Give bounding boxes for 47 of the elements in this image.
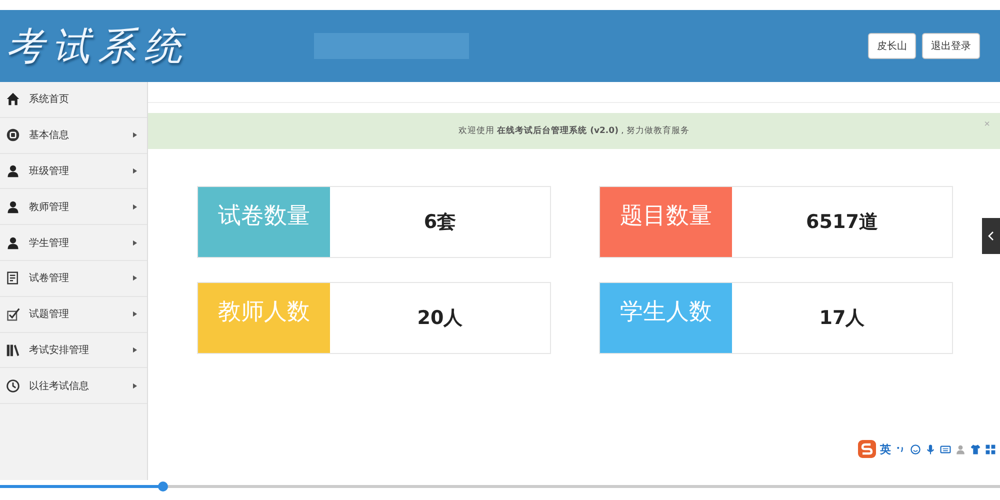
checklist-icon bbox=[6, 307, 20, 322]
sidebar-item[interactable]: 试题管理 bbox=[0, 296, 147, 333]
books-icon bbox=[6, 342, 20, 357]
header-button[interactable]: 皮长山 bbox=[868, 33, 916, 59]
badge-icon bbox=[6, 128, 20, 142]
sidebar-item[interactable]: 基本信息 bbox=[0, 118, 147, 154]
clock-icon bbox=[6, 378, 20, 393]
stat-value: 20人 bbox=[416, 306, 464, 331]
home-icon bbox=[6, 92, 20, 106]
stat-label: 试卷数量 bbox=[198, 187, 330, 257]
sidebar-item[interactable]: 教师管理 bbox=[0, 189, 147, 226]
stat-value: 6517道 bbox=[805, 210, 879, 235]
stat-value: 17人 bbox=[818, 306, 866, 331]
caret-icon bbox=[133, 240, 137, 246]
sidebar-item[interactable]: 班级管理 bbox=[0, 154, 147, 190]
sidebar-item[interactable]: 以往考试信息 bbox=[0, 368, 147, 404]
welcome-message: 欢迎使用 在线考试后台管理系统 (v2.0) , 努力做教育服务 bbox=[458, 125, 690, 137]
grid-icon[interactable] bbox=[985, 444, 996, 454]
caret-icon bbox=[133, 204, 137, 210]
app-logo: 考试系统 bbox=[6, 22, 190, 70]
caret-icon bbox=[133, 382, 137, 389]
caret-icon bbox=[133, 275, 137, 282]
stat-value: 6套 bbox=[422, 210, 458, 235]
sidebar-item[interactable]: 学生管理 bbox=[0, 225, 147, 261]
caret-icon bbox=[133, 168, 137, 174]
smiley-icon[interactable] bbox=[910, 444, 921, 454]
ime-language[interactable]: 英 bbox=[880, 442, 891, 456]
microphone-icon[interactable] bbox=[925, 444, 936, 454]
stat-label: 教师人数 bbox=[198, 283, 330, 353]
ime-logo-icon[interactable] bbox=[858, 440, 876, 458]
keyboard-icon[interactable] bbox=[940, 444, 951, 454]
user-icon bbox=[6, 164, 20, 178]
sidebar-item[interactable]: 考试安排管理 bbox=[0, 332, 147, 368]
sidebar-item[interactable]: 系统首页 bbox=[0, 82, 147, 118]
side-toggle-tab[interactable] bbox=[982, 218, 1000, 254]
caret-icon bbox=[133, 132, 137, 138]
user-icon bbox=[6, 236, 20, 250]
caret-icon bbox=[133, 311, 137, 318]
stat-label: 题目数量 bbox=[600, 187, 732, 257]
caret-icon bbox=[133, 346, 137, 353]
stat-label: 学生人数 bbox=[600, 283, 732, 353]
chevron-left-icon bbox=[988, 231, 994, 241]
shirt-icon[interactable] bbox=[970, 444, 981, 454]
user-icon bbox=[6, 200, 20, 214]
header-button[interactable]: 退出登录 bbox=[922, 33, 980, 59]
sidebar-item[interactable]: 试卷管理 bbox=[0, 260, 147, 297]
document-icon bbox=[6, 271, 20, 286]
